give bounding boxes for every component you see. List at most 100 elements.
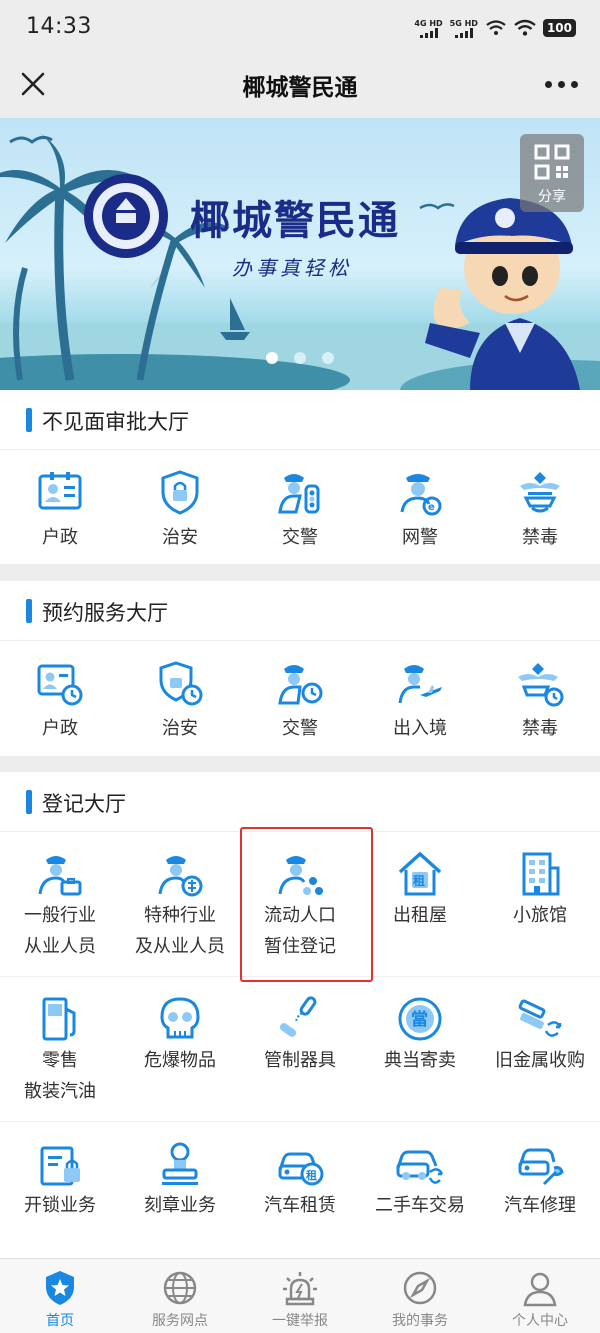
banner-subtitle: 办事真轻松	[232, 256, 352, 280]
shield-icon	[161, 470, 199, 515]
service-label: 出入境	[393, 718, 447, 739]
service-label: 刻章业务	[144, 1195, 216, 1216]
registration-pawn[interactable]: 當 典当寄卖	[360, 995, 480, 1121]
qr-code-icon	[534, 144, 570, 180]
skull-icon	[160, 997, 200, 1039]
appointment-zhian[interactable]: 治安	[120, 659, 240, 744]
service-label: 户政	[42, 718, 78, 739]
registration-used-car[interactable]: 二手车交易	[360, 1140, 480, 1258]
svg-text:當: 當	[411, 1009, 428, 1030]
appointment-huzheng[interactable]: 户政	[0, 659, 120, 744]
service-wangjing[interactable]: e 网警	[360, 468, 480, 553]
gas-pump-icon	[42, 997, 76, 1041]
traffic-police-clock-icon	[278, 665, 323, 705]
person-icon	[523, 1272, 557, 1307]
cyber-police-icon: e	[400, 474, 442, 516]
wifi-call-icon	[486, 20, 506, 35]
nav-label: 我的事务	[392, 1313, 448, 1329]
service-label: 汽车修理	[504, 1195, 576, 1216]
signal-4g-icon: 4G HD	[414, 18, 443, 38]
service-label: 禁毒	[522, 527, 558, 548]
registration-scrap-metal[interactable]: 旧金属收购	[480, 995, 600, 1121]
registration-special-industry[interactable]: 特种行业 及从业人员	[120, 850, 240, 976]
car-rental-icon: 租	[278, 1152, 324, 1186]
service-label: 网警	[402, 527, 438, 548]
more-menu-icon[interactable]	[545, 81, 578, 88]
registration-seal-engraving[interactable]: 刻章业务	[120, 1140, 240, 1258]
battery-icon: 100	[542, 19, 576, 37]
service-jiaojing[interactable]: 交警	[240, 468, 360, 553]
registration-controlled-tools[interactable]: 管制器具	[240, 995, 360, 1121]
registration-rental-house[interactable]: 租 出租屋	[360, 850, 480, 976]
nav-label: 一键举报	[272, 1313, 328, 1329]
registration-car-repair[interactable]: 汽车修理	[480, 1140, 600, 1258]
registration-car-rental[interactable]: 租 汽车租赁	[240, 1140, 360, 1258]
car-repair-icon	[518, 1148, 564, 1186]
service-label: 典当寄卖	[384, 1050, 456, 1071]
registration-hotel[interactable]: 小旅馆	[480, 850, 600, 976]
section-appointment: 预约服务大厅 户政 治安 交警 出入境 禁毒	[0, 581, 600, 756]
svg-text:租: 租	[413, 874, 425, 888]
used-car-icon	[396, 1150, 444, 1184]
svg-text:e: e	[428, 502, 435, 513]
section-title: 预约服务大厅	[42, 601, 168, 625]
nav-profile[interactable]: 个人中心	[480, 1259, 600, 1333]
share-button[interactable]: 分享	[520, 134, 584, 212]
special-worker-icon	[158, 856, 203, 897]
stamp-icon	[162, 1142, 198, 1185]
section-no-meet-approval: 不见面审批大厅 户政 治安 交警 e 网警 禁毒	[0, 390, 600, 564]
service-label: 特种行业	[144, 905, 216, 926]
home-star-icon	[46, 1271, 74, 1305]
service-label: 交警	[282, 718, 318, 739]
section-title: 不见面审批大厅	[42, 410, 189, 434]
service-jindu[interactable]: 禁毒	[480, 468, 600, 553]
registration-bulk-gasoline[interactable]: 零售 散装汽油	[0, 995, 120, 1121]
pawn-icon: 當	[398, 997, 442, 1041]
nav-my-affairs[interactable]: 我的事务	[360, 1259, 480, 1333]
immigration-icon	[398, 665, 442, 704]
service-label: 管制器具	[264, 1050, 336, 1071]
service-label: 禁毒	[522, 718, 558, 739]
nav-label: 个人中心	[512, 1313, 568, 1329]
registration-hazardous[interactable]: 危爆物品	[120, 995, 240, 1121]
registration-general-industry[interactable]: 一般行业 从业人员	[0, 850, 120, 976]
nav-home[interactable]: 首页	[0, 1259, 120, 1333]
service-label: 小旅馆	[513, 905, 567, 926]
service-label: 出租屋	[393, 905, 447, 926]
service-label: 二手车交易	[375, 1195, 465, 1216]
svg-text:租: 租	[306, 1169, 317, 1182]
service-label: 零售	[42, 1050, 78, 1071]
service-label: 汽车租赁	[264, 1195, 336, 1216]
nunchaku-icon	[279, 996, 317, 1037]
id-card-clock-icon	[37, 664, 83, 706]
traffic-police-icon	[278, 474, 320, 514]
scrap-metal-icon	[518, 999, 562, 1037]
section-header: 登记大厅	[0, 772, 600, 832]
compass-icon	[403, 1271, 437, 1305]
signal-5g-icon: 5G HD	[450, 19, 478, 38]
service-huzheng[interactable]: 户政	[0, 468, 120, 553]
service-label: 交警	[282, 527, 318, 548]
service-label-line2: 及从业人员	[135, 936, 225, 957]
service-label: 治安	[162, 527, 198, 548]
service-zhian[interactable]: 治安	[120, 468, 240, 553]
hotel-icon	[522, 852, 560, 896]
highlight-box	[240, 827, 373, 982]
page-title: 椰城警民通	[242, 75, 358, 101]
service-label: 旧金属收购	[495, 1050, 585, 1071]
service-label: 一般行业	[24, 905, 96, 926]
bottom-navigation: 首页 服务网点 一键举报 我的事务 个人中心	[0, 1258, 600, 1333]
section-title: 登记大厅	[42, 792, 126, 816]
shield-clock-icon	[159, 661, 203, 706]
alarm-icon	[283, 1272, 317, 1306]
service-label-line2: 从业人员	[24, 936, 96, 957]
nav-report[interactable]: 一键举报	[240, 1259, 360, 1333]
appointment-churujing[interactable]: 出入境	[360, 659, 480, 744]
appointment-jiaojing[interactable]: 交警	[240, 659, 360, 744]
network-label-2: 5G HD	[449, 18, 478, 28]
banner-carousel[interactable]: 椰城警民通 办事真轻松 分享	[0, 118, 600, 390]
registration-locksmith[interactable]: 开锁业务	[0, 1140, 120, 1258]
nav-service-points[interactable]: 服务网点	[120, 1259, 240, 1333]
appointment-jindu[interactable]: 禁毒	[480, 659, 600, 744]
network-label-1: 4G HD	[414, 18, 443, 28]
